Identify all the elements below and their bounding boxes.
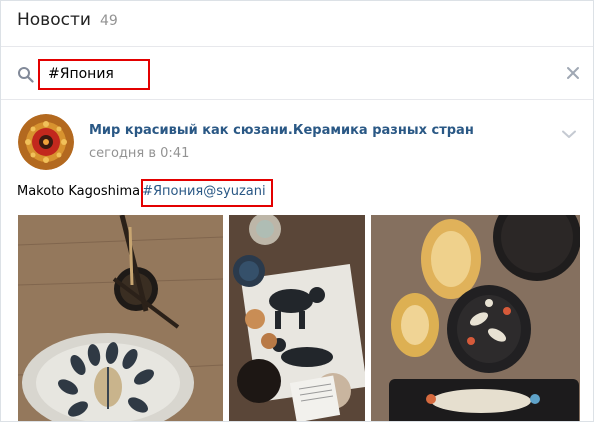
search-query-text: #Япония (48, 66, 114, 82)
avatar[interactable] (18, 114, 74, 170)
post-photo[interactable] (18, 215, 223, 421)
close-icon[interactable] (566, 66, 580, 80)
post-photo[interactable] (371, 215, 580, 421)
news-panel: Новости 49 #Япония Мир красивый как сюза… (0, 0, 594, 422)
hashtag-highlight (141, 179, 273, 207)
post-text: Makoto Kagoshima #Япония@syuzani (17, 179, 273, 207)
post: Мир красивый как сюзани.Керамика разных … (1, 101, 593, 421)
search-icon[interactable] (17, 66, 34, 83)
news-count-badge: 49 (100, 13, 118, 29)
search-input[interactable]: #Япония (38, 59, 150, 90)
page-title: Новости (17, 10, 91, 30)
post-date[interactable]: сегодня в 0:41 (89, 146, 189, 161)
post-text-plain: Makoto Kagoshima (17, 184, 141, 199)
post-author-link[interactable]: Мир красивый как сюзани.Керамика разных … (89, 123, 474, 138)
search-bar: #Япония (1, 48, 593, 100)
post-photo[interactable] (229, 215, 365, 421)
chevron-down-icon[interactable] (562, 130, 576, 139)
news-header: Новости 49 (1, 1, 593, 47)
